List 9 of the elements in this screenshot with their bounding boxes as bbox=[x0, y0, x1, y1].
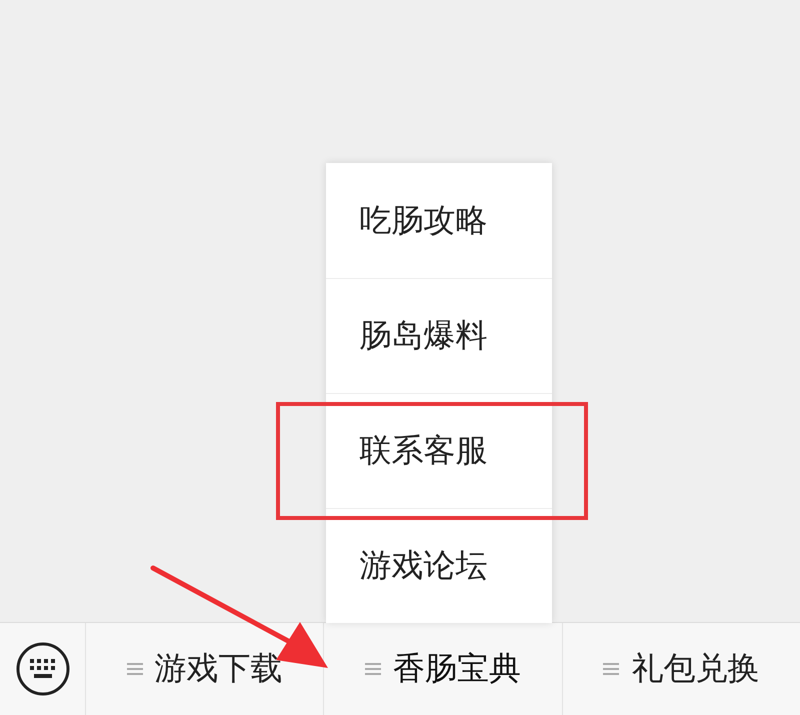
menu-item[interactable]: 吃肠攻略 bbox=[326, 163, 552, 278]
menu-icon bbox=[126, 661, 143, 677]
menu-item[interactable]: 联系客服 bbox=[326, 393, 552, 508]
keyboard-icon[interactable] bbox=[14, 641, 70, 697]
menu-item[interactable]: 游戏论坛 bbox=[326, 508, 552, 623]
menu-icon bbox=[603, 661, 620, 677]
menu-icon bbox=[364, 661, 381, 677]
menu-item[interactable]: 肠岛爆料 bbox=[326, 278, 552, 393]
menu-tab[interactable]: 礼包兑换 bbox=[562, 623, 800, 715]
